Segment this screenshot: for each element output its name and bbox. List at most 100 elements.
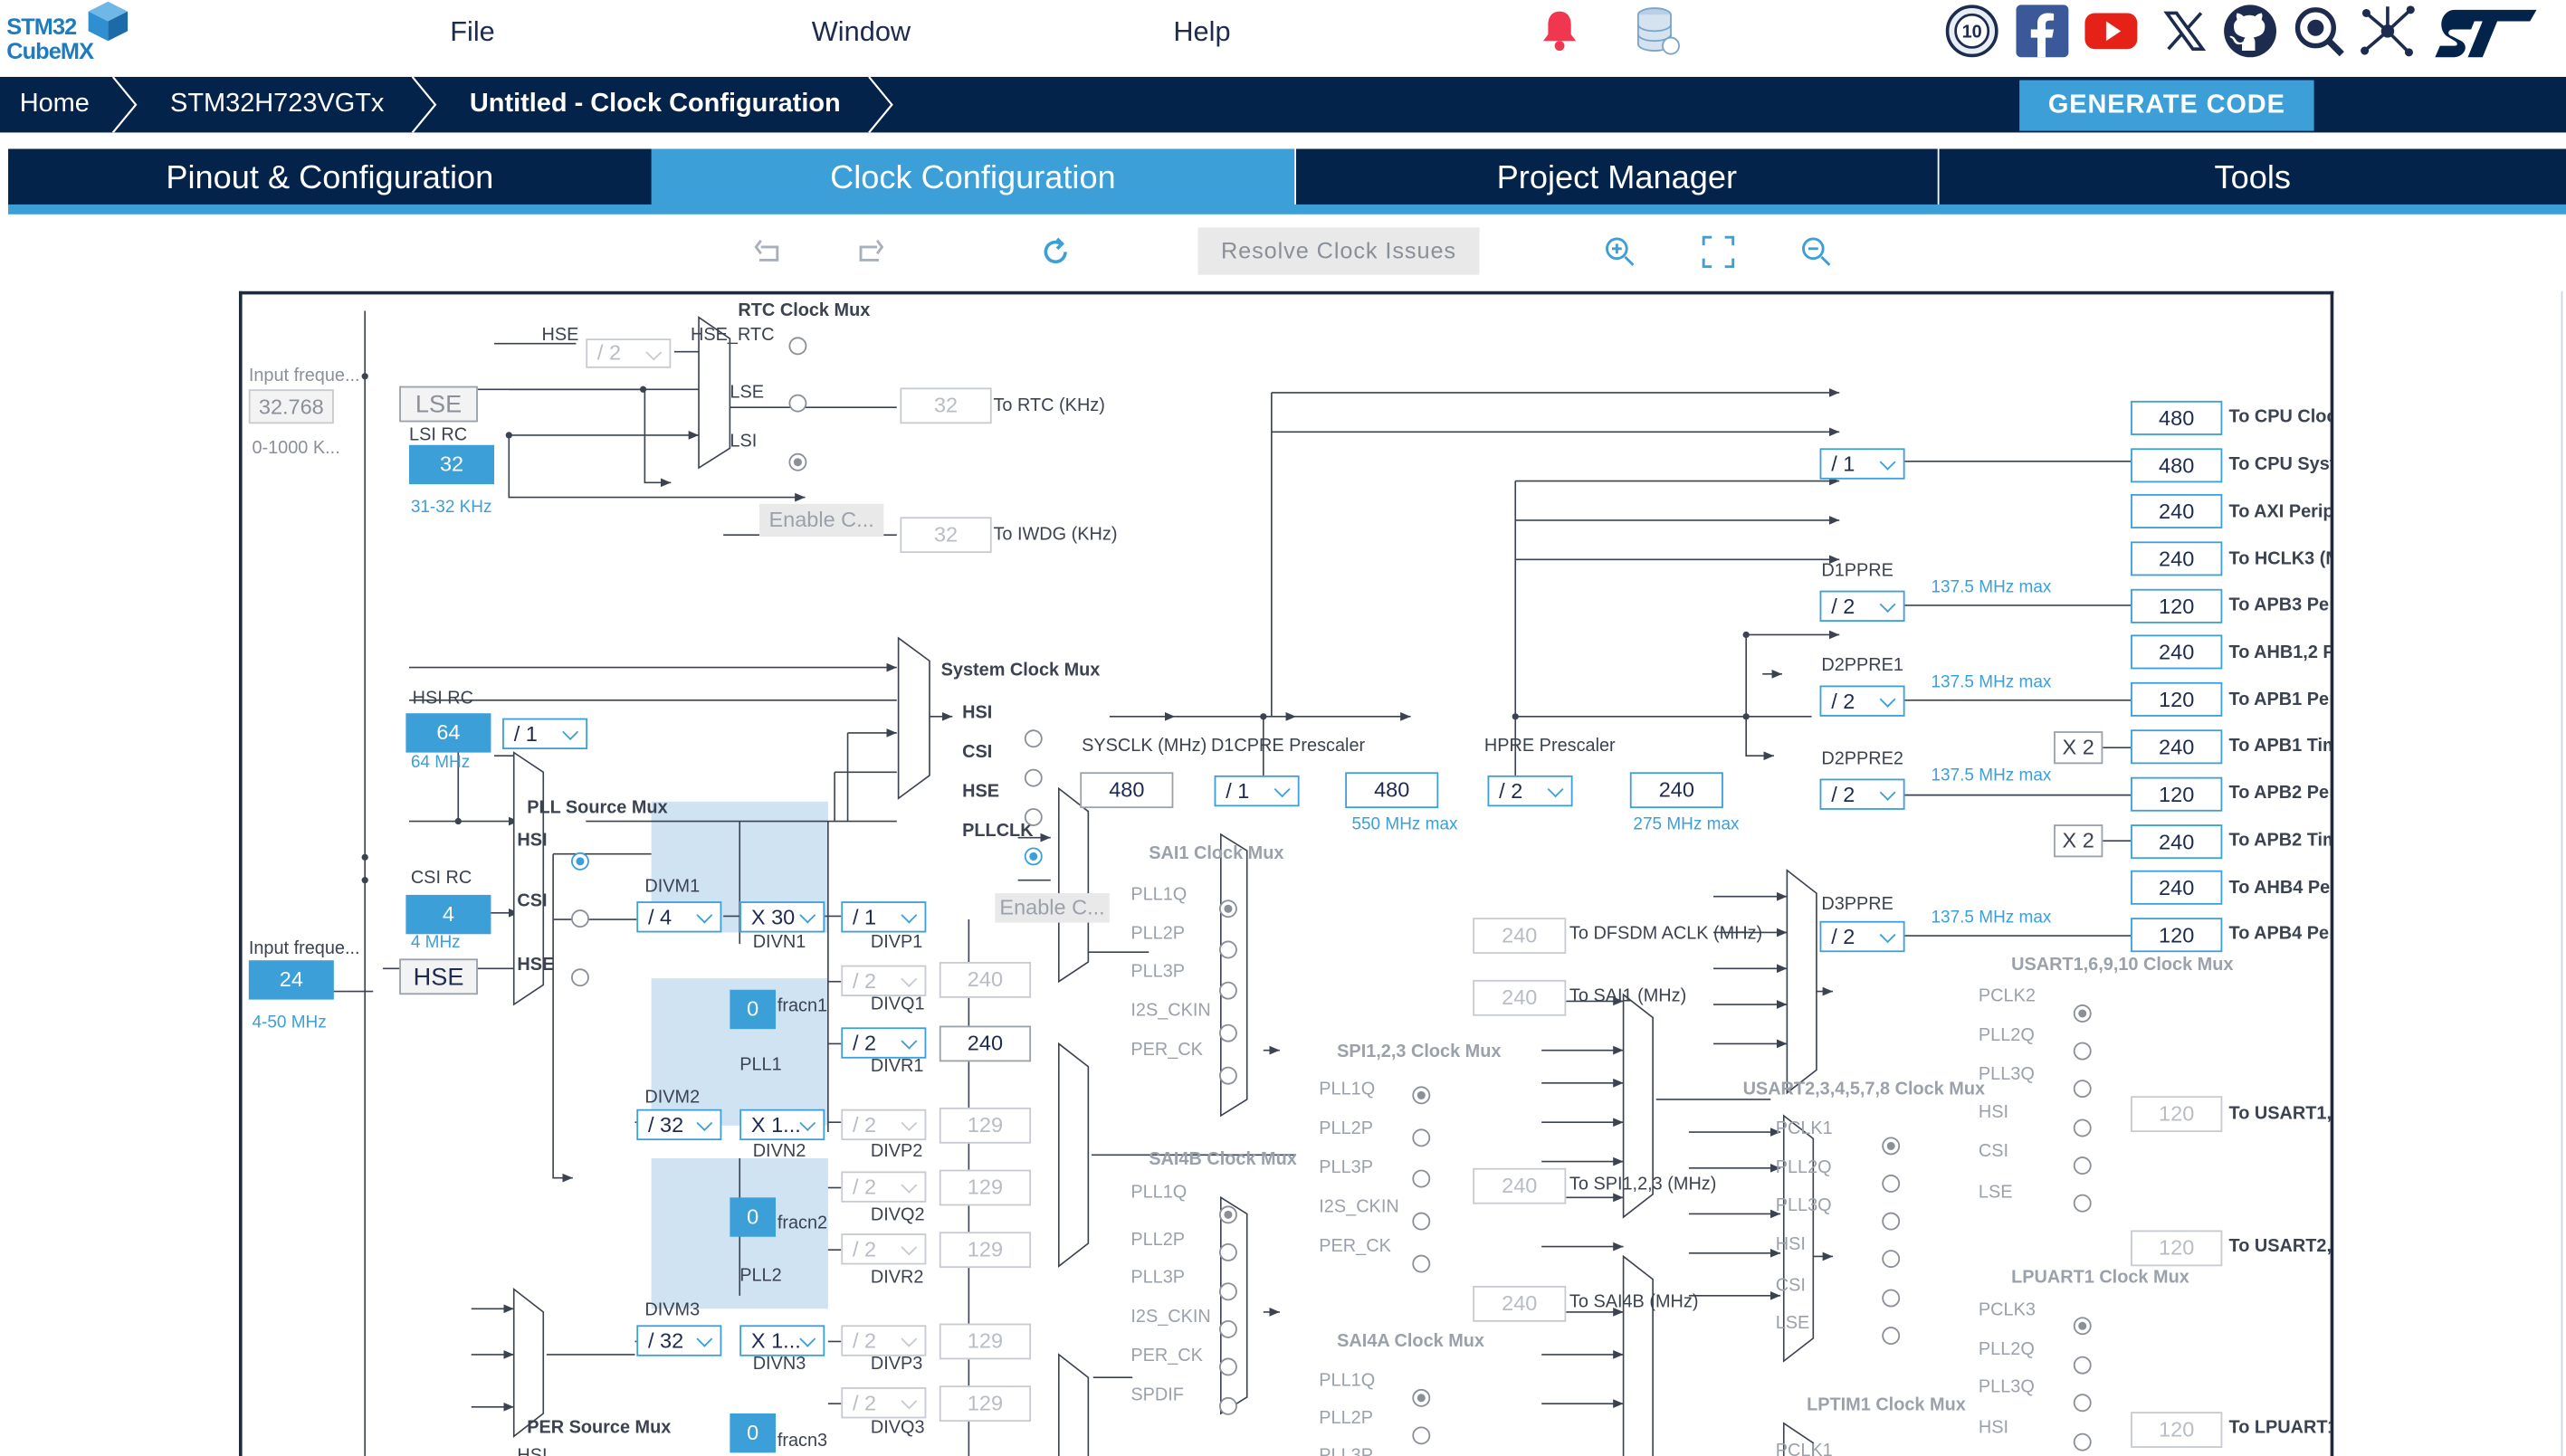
usart1-radio-4[interactable] xyxy=(2073,1156,2092,1175)
spi-radio-1[interactable] xyxy=(1412,1128,1431,1147)
network-icon[interactable] xyxy=(2360,4,2415,59)
usart1-radio-1[interactable] xyxy=(2073,1042,2092,1061)
sai1-radio-2[interactable] xyxy=(1218,981,1237,1000)
resolve-clock-issues-button[interactable]: Resolve Clock Issues xyxy=(1197,227,1480,275)
output-cpu-systick-value[interactable]: 480 xyxy=(2131,448,2223,483)
output-ahb4-value[interactable]: 240 xyxy=(2131,870,2223,905)
output-apb2-timer-value[interactable]: 240 xyxy=(2131,824,2223,860)
hpre-select[interactable]: / 2 xyxy=(1487,775,1573,807)
sysmux-csi-radio[interactable] xyxy=(1024,768,1043,787)
output-ahb12-value[interactable]: 240 xyxy=(2131,634,2223,670)
pllsrc-hse-radio[interactable] xyxy=(571,968,589,987)
hse-input-frequency[interactable]: 24 xyxy=(248,960,334,1000)
generate-code-button[interactable]: GENERATE CODE xyxy=(2019,80,2314,131)
usart2-radio-4[interactable] xyxy=(1882,1289,1901,1308)
bell-icon[interactable] xyxy=(1539,6,1581,52)
output-apb4-value[interactable]: 120 xyxy=(2131,918,2223,953)
lpuart-radio-1[interactable] xyxy=(2073,1356,2092,1375)
usart1-radio-2[interactable] xyxy=(2073,1080,2092,1099)
github-icon[interactable] xyxy=(2222,4,2277,59)
menu-window[interactable]: Window xyxy=(812,16,911,49)
divn2-select[interactable]: X 1... xyxy=(739,1109,825,1141)
d3ppre-select[interactable]: / 2 xyxy=(1819,920,1905,953)
hpre-output[interactable]: 240 xyxy=(1629,772,1723,809)
rtc-lsi-radio[interactable] xyxy=(788,452,807,471)
divp3-select[interactable]: / 2 xyxy=(841,1325,927,1356)
divq2-select[interactable]: / 2 xyxy=(841,1171,927,1203)
undo-icon[interactable] xyxy=(753,234,789,271)
divm3-select[interactable]: / 32 xyxy=(636,1325,722,1356)
lpuart-radio-0[interactable] xyxy=(2073,1317,2092,1336)
divq1-select[interactable]: / 2 xyxy=(841,965,927,996)
sai1-radio-1[interactable] xyxy=(1218,940,1237,959)
sysmux-pllclk-radio[interactable] xyxy=(1024,847,1043,866)
rtc-hse-divider-select[interactable]: / 2 xyxy=(586,338,672,368)
lse-button[interactable]: LSE xyxy=(399,385,478,423)
sysmux-hse-radio[interactable] xyxy=(1024,808,1043,826)
divp1-select[interactable]: / 1 xyxy=(841,901,927,933)
divr1-select[interactable]: / 2 xyxy=(841,1027,927,1059)
divn3-select[interactable]: X 1... xyxy=(739,1325,825,1356)
hsi-divider-select[interactable]: / 1 xyxy=(502,718,588,750)
divm1-select[interactable]: / 4 xyxy=(636,901,722,933)
breadcrumb-project[interactable]: Untitled - Clock Configuration xyxy=(470,77,841,132)
zoom-in-icon[interactable] xyxy=(1602,234,1638,271)
breadcrumb-device[interactable]: STM32H723VGTx xyxy=(170,77,384,132)
sai4a-radio-1[interactable] xyxy=(1412,1426,1431,1445)
anniversary-badge-icon[interactable]: 10 xyxy=(1944,4,1999,59)
spi-radio-2[interactable] xyxy=(1412,1169,1431,1188)
spi-radio-3[interactable] xyxy=(1412,1212,1431,1231)
output-hclk3-value[interactable]: 240 xyxy=(2131,541,2223,576)
d2ppre1-select[interactable]: / 2 xyxy=(1819,685,1905,717)
usart2-radio-0[interactable] xyxy=(1882,1137,1901,1156)
lpuart-radio-3[interactable] xyxy=(2073,1432,2092,1451)
sysclk-value[interactable]: 480 xyxy=(1080,772,1174,809)
rtc-hse-radio[interactable] xyxy=(788,337,807,356)
output-apb1-timer-value[interactable]: 240 xyxy=(2131,729,2223,765)
lse-input-frequency[interactable]: 32.768 xyxy=(248,389,334,424)
sai4b-radio-5[interactable] xyxy=(1218,1396,1237,1415)
divp2-select[interactable]: / 2 xyxy=(841,1109,927,1141)
pllsrc-hsi-radio[interactable] xyxy=(571,852,589,871)
usart2-radio-5[interactable] xyxy=(1882,1327,1901,1346)
sai4a-radio-0[interactable] xyxy=(1412,1388,1431,1407)
sai4b-radio-3[interactable] xyxy=(1218,1319,1237,1338)
sai4b-radio-0[interactable] xyxy=(1218,1205,1237,1224)
rtc-lse-radio[interactable] xyxy=(788,394,807,413)
facebook-icon[interactable] xyxy=(2015,4,2070,59)
divr2-select[interactable]: / 2 xyxy=(841,1233,927,1265)
usart2-radio-2[interactable] xyxy=(1882,1212,1901,1231)
output-cpu-clock-value[interactable]: 480 xyxy=(2131,400,2223,435)
divq3-select[interactable]: / 2 xyxy=(841,1387,927,1419)
output-apb1-value[interactable]: 120 xyxy=(2131,681,2223,717)
enable-css-hse-button[interactable]: Enable C... xyxy=(995,893,1110,923)
output-axi-value[interactable]: 240 xyxy=(2131,493,2223,528)
breadcrumb-home[interactable]: Home xyxy=(20,77,90,132)
youtube-icon[interactable] xyxy=(2084,4,2139,59)
usart1-radio-5[interactable] xyxy=(2073,1194,2092,1213)
d1cpre-output[interactable]: 480 xyxy=(1345,772,1439,809)
cpu-systick-divider-select[interactable]: / 1 xyxy=(1819,448,1905,480)
sai1-radio-0[interactable] xyxy=(1218,899,1237,918)
community-icon[interactable] xyxy=(2291,4,2346,59)
fracn2-value[interactable]: 0 xyxy=(730,1197,777,1237)
tab-project-manager[interactable]: Project Manager xyxy=(1294,148,1938,205)
vertical-scrollbar[interactable] xyxy=(2561,290,2566,1456)
fit-to-screen-icon[interactable] xyxy=(1701,234,1737,271)
output-apb2-value[interactable]: 120 xyxy=(2131,776,2223,812)
sai1-radio-4[interactable] xyxy=(1218,1066,1237,1085)
tab-pinout-configuration[interactable]: Pinout & Configuration xyxy=(8,149,652,205)
usart1-radio-3[interactable] xyxy=(2073,1118,2092,1137)
database-icon[interactable] xyxy=(1635,5,1681,57)
spi-radio-4[interactable] xyxy=(1412,1254,1431,1273)
sai4b-radio-4[interactable] xyxy=(1218,1357,1237,1376)
fracn1-value[interactable]: 0 xyxy=(730,989,777,1030)
sysmux-hsi-radio[interactable] xyxy=(1024,729,1043,748)
sai4b-radio-1[interactable] xyxy=(1218,1242,1237,1261)
pllsrc-csi-radio[interactable] xyxy=(571,909,589,928)
hse-button[interactable]: HSE xyxy=(399,958,478,995)
x-icon[interactable] xyxy=(2157,4,2212,59)
enable-css-rtc-button[interactable]: Enable C... xyxy=(758,503,884,537)
st-logo[interactable] xyxy=(2432,4,2540,59)
spi-radio-0[interactable] xyxy=(1412,1086,1431,1105)
